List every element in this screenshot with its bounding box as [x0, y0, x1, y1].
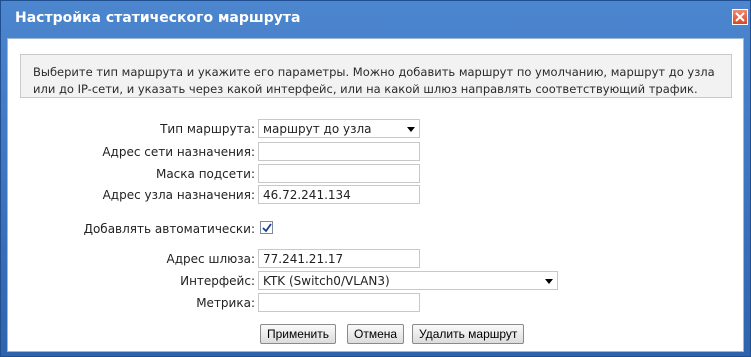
chevron-down-icon: [407, 127, 415, 132]
dest-host-input[interactable]: 46.72.241.134: [258, 185, 420, 204]
close-icon: [735, 12, 745, 22]
row-auto-add: Добавлять автоматически:: [8, 219, 745, 239]
checkmark-icon: [262, 223, 272, 233]
button-row: Применить Отмена Удалить маршрут: [8, 324, 745, 344]
route-type-value: маршрут до узла: [263, 122, 372, 136]
dialog-content: Выберите тип маршрута и укажите его пара…: [7, 38, 744, 352]
row-dest-network: Адрес сети назначения:: [8, 142, 745, 162]
titlebar: Настройка статического маршрута: [1, 1, 751, 37]
apply-button[interactable]: Применить: [260, 324, 337, 344]
subnet-mask-label: Маска подсети:: [155, 167, 255, 181]
row-route-type: Тип маршрута: маршрут до узла: [8, 119, 745, 139]
close-button[interactable]: [732, 9, 748, 25]
metric-label: Метрика:: [196, 296, 255, 310]
dest-network-input[interactable]: [258, 142, 420, 161]
chevron-down-icon: [545, 279, 553, 284]
dialog-title: Настройка статического маршрута: [15, 10, 301, 26]
gateway-input[interactable]: 77.241.21.17: [258, 249, 420, 268]
row-dest-host: Адрес узла назначения: 46.72.241.134: [8, 185, 745, 205]
dest-network-label: Адрес сети назначения:: [102, 145, 255, 159]
subnet-mask-input[interactable]: [258, 164, 420, 183]
interface-select[interactable]: KTK (Switch0/VLAN3): [258, 271, 558, 290]
metric-input[interactable]: [258, 293, 420, 312]
route-type-label: Тип маршрута:: [160, 122, 255, 136]
route-dialog: Настройка статического маршрута Выберите…: [0, 0, 751, 357]
interface-value: KTK (Switch0/VLAN3): [263, 274, 390, 288]
route-type-select[interactable]: маршрут до узла: [258, 119, 420, 138]
row-gateway: Адрес шлюза: 77.241.21.17: [8, 249, 745, 269]
delete-route-button[interactable]: Удалить маршрут: [412, 324, 525, 344]
auto-add-checkbox[interactable]: [260, 221, 273, 234]
cancel-button[interactable]: Отмена: [347, 324, 405, 344]
gateway-label: Адрес шлюза:: [166, 252, 255, 266]
row-interface: Интерфейс: KTK (Switch0/VLAN3): [8, 271, 745, 291]
interface-label: Интерфейс:: [180, 274, 255, 288]
row-metric: Метрика:: [8, 293, 745, 313]
info-box: Выберите тип маршрута и укажите его пара…: [20, 54, 732, 98]
row-subnet-mask: Маска подсети:: [8, 164, 745, 184]
dest-host-label: Адрес узла назначения:: [102, 188, 255, 202]
auto-add-label: Добавлять автоматически:: [83, 222, 255, 236]
